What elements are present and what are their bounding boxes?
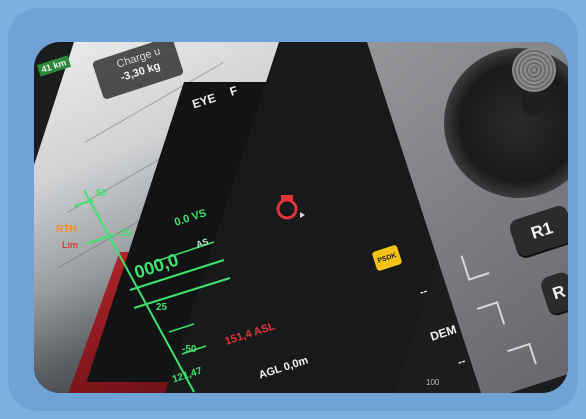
- scale-label: 100: [426, 378, 440, 387]
- alt-tick-25b: 25: [156, 302, 168, 313]
- photo-frame: R1 R 41 km Charge u -3,30 kg EYE F 50 RT…: [8, 8, 578, 411]
- alt-tick-m50: -50: [182, 344, 197, 355]
- psdk-label: PSDK: [376, 251, 398, 265]
- hud-ladder: [83, 189, 231, 393]
- controller-photo: R1 R 41 km Charge u -3,30 kg EYE F 50 RT…: [34, 42, 568, 393]
